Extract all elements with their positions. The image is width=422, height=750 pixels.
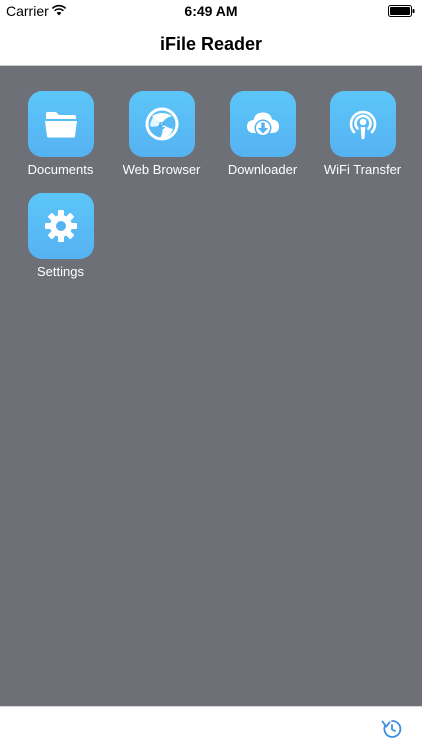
app-label: Downloader — [227, 162, 298, 177]
app-web-browser[interactable]: e Web Browser — [111, 91, 212, 177]
gear-icon — [44, 210, 77, 242]
app-screen: Carrier 6:49 AM iFile Reader Documents e… — [0, 0, 422, 750]
app-label: Settings — [37, 264, 84, 279]
app-settings[interactable]: Settings — [10, 193, 111, 279]
folder-icon — [44, 112, 77, 138]
app-tile[interactable] — [329, 91, 396, 157]
app-label: Documents — [27, 162, 94, 177]
app-label: WiFi Transfer — [323, 162, 402, 177]
app-tile[interactable] — [27, 193, 94, 259]
app-downloader[interactable]: Downloader — [212, 91, 313, 177]
navigation-bar: iFile Reader — [0, 22, 422, 66]
status-bar: Carrier 6:49 AM — [0, 0, 422, 22]
app-documents[interactable]: Documents — [10, 91, 111, 177]
battery-icon — [388, 5, 415, 17]
refresh-icon[interactable] — [380, 717, 404, 741]
app-tile[interactable] — [27, 91, 94, 157]
app-wifi-transfer[interactable]: WiFi Transfer — [312, 91, 413, 177]
browser-icon: e — [145, 107, 178, 141]
wifi-transfer-icon — [349, 110, 376, 139]
svg-text:e: e — [158, 117, 165, 132]
cloud-download-icon — [246, 112, 279, 137]
app-label: Web Browser — [122, 162, 201, 177]
app-tile[interactable]: e — [128, 91, 195, 157]
page-title: iFile Reader — [159, 34, 263, 54]
status-time: 6:49 AM — [184, 3, 238, 19]
app-tile[interactable] — [229, 91, 296, 157]
app-grid: Documents e Web Browser Downloader WiFi … — [0, 66, 422, 706]
bottom-toolbar — [0, 706, 422, 750]
